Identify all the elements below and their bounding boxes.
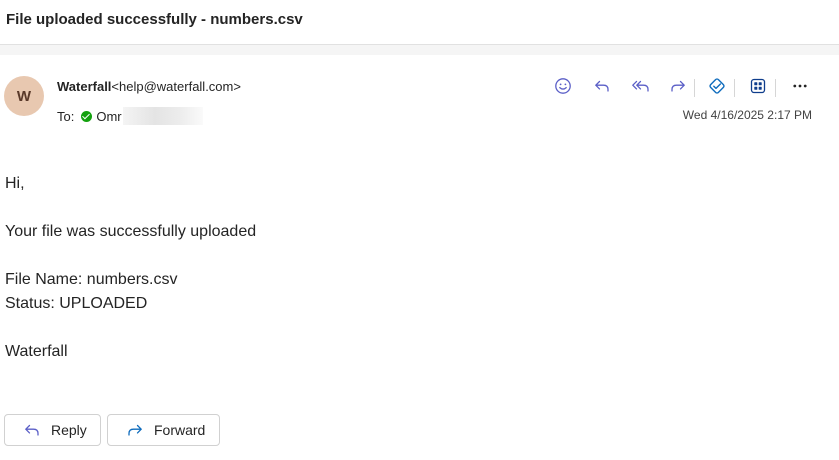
apps-icon xyxy=(749,77,767,100)
reply-button[interactable]: Reply xyxy=(4,414,101,446)
sender-avatar[interactable]: W xyxy=(4,76,44,116)
sender-name[interactable]: Waterfall xyxy=(57,79,111,94)
toolbar-separator xyxy=(734,79,735,97)
smiley-icon xyxy=(554,77,572,100)
recipient-line: To: Omr xyxy=(57,107,203,125)
react-button[interactable] xyxy=(550,76,576,100)
toolbar-separator xyxy=(775,79,776,97)
forward-icon xyxy=(669,77,687,100)
more-actions-button[interactable] xyxy=(787,76,813,100)
reply-icon xyxy=(23,421,41,439)
forward-icon xyxy=(126,421,144,439)
body-file-name: File Name: numbers.csv xyxy=(5,271,178,288)
forward-button-label: Forward xyxy=(154,422,206,438)
recipient-name[interactable]: Omr xyxy=(96,109,121,124)
reply-button-label: Reply xyxy=(51,422,87,438)
more-icon xyxy=(791,77,809,100)
presence-available-icon xyxy=(81,110,93,122)
sender-line[interactable]: Waterfall<help@waterfall.com> xyxy=(57,79,241,94)
reply-all-toolbar-button[interactable] xyxy=(628,76,654,100)
forward-toolbar-button[interactable] xyxy=(665,76,691,100)
apps-button[interactable] xyxy=(745,76,771,100)
header-divider xyxy=(0,45,839,55)
sender-email[interactable]: <help@waterfall.com> xyxy=(111,79,241,94)
recipient-redaction xyxy=(122,107,203,125)
toolbar-separator xyxy=(694,79,695,97)
body-greeting: Hi, xyxy=(5,175,25,192)
sent-date: Wed 4/16/2025 2:17 PM xyxy=(682,108,812,122)
email-subject: File uploaded successfully - numbers.csv xyxy=(6,11,303,28)
reply-all-icon xyxy=(631,77,651,100)
reply-icon xyxy=(593,77,611,100)
loop-icon xyxy=(707,76,727,101)
body-line: Your file was successfully uploaded xyxy=(5,223,257,240)
message-toolbar xyxy=(548,76,818,100)
subject-bar: File uploaded successfully - numbers.csv xyxy=(0,0,839,45)
body-status: Status: UPLOADED xyxy=(5,295,148,312)
forward-button[interactable]: Forward xyxy=(107,414,220,446)
body-signature: Waterfall xyxy=(5,343,68,360)
to-label: To: xyxy=(57,108,75,124)
reply-toolbar-button[interactable] xyxy=(589,76,615,100)
loop-button[interactable] xyxy=(704,76,730,100)
